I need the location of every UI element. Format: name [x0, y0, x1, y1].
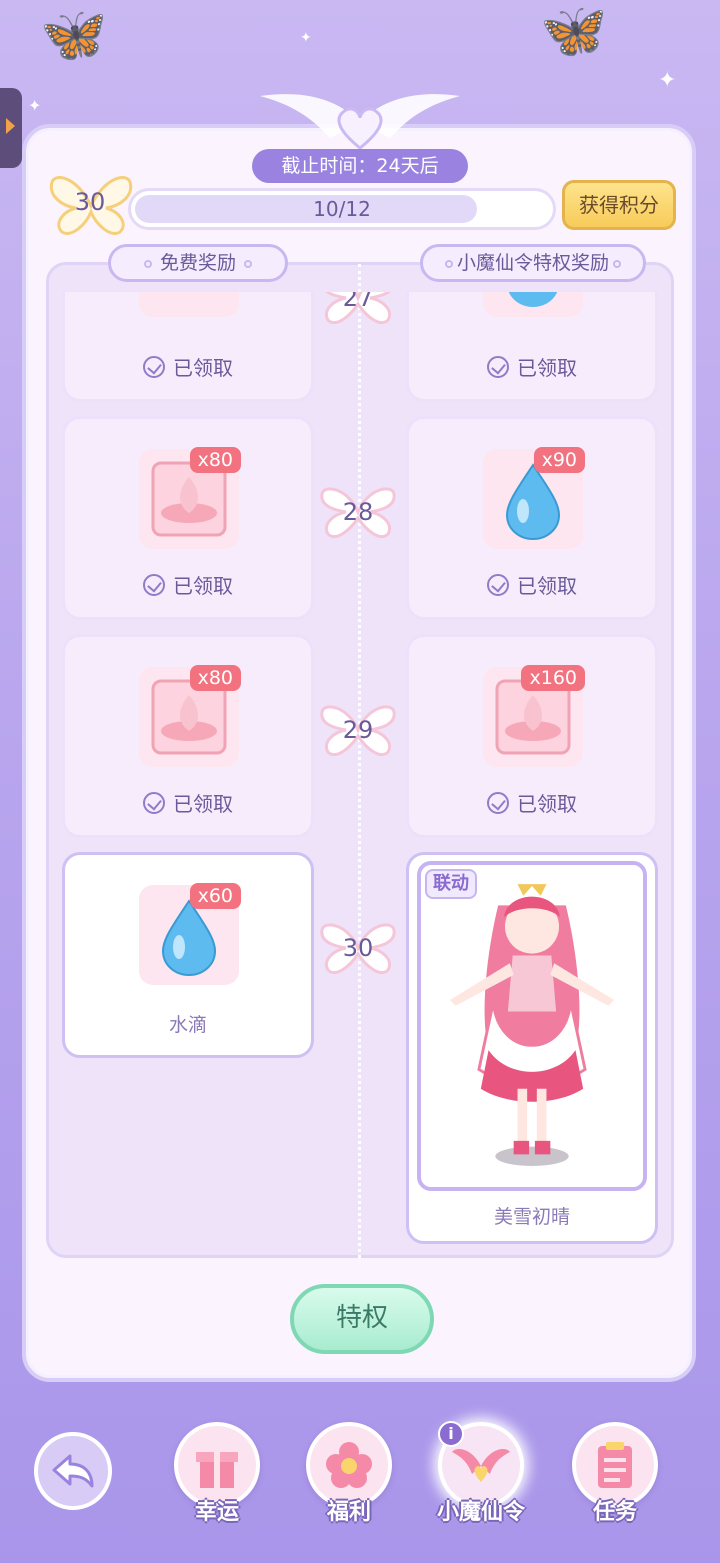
- nav-lucky-label: 幸运: [194, 1500, 239, 1525]
- lotus-icon: x160: [483, 665, 585, 767]
- lotus-icon: [139, 292, 239, 317]
- quantity-badge: x160: [521, 665, 585, 691]
- level-number: 30: [342, 934, 374, 962]
- level-node: 27: [318, 292, 398, 330]
- premium-reward-card[interactable]: x160 已领取: [406, 634, 658, 838]
- winged-heart-emblem-icon: [260, 94, 460, 150]
- back-arrow-icon: [52, 1454, 94, 1488]
- water-drop-icon: x90: [483, 447, 585, 549]
- sparkle-icon: ✦: [28, 96, 42, 115]
- premium-rewards-header: 小魔仙令特权奖励: [420, 244, 646, 282]
- item-name: 水滴: [168, 1014, 207, 1036]
- lotus-icon: x80: [139, 447, 241, 549]
- outfit-name: 美雪初晴: [493, 1206, 570, 1228]
- character-illustration-icon: [449, 884, 615, 1166]
- butterfly-decoration-icon: 🦋: [40, 3, 108, 66]
- claimed-status: 已领取: [173, 356, 233, 380]
- claimed-status: 已领取: [173, 792, 233, 816]
- claimed-status: 已领取: [517, 356, 577, 380]
- deadline-banner: 截止时间：24天后: [252, 149, 468, 183]
- quantity-badge: x80: [189, 665, 241, 691]
- privilege-button[interactable]: 特权: [290, 1284, 434, 1354]
- level-number: 28: [342, 498, 374, 526]
- level-number: 27: [342, 292, 374, 312]
- butterfly-decoration-icon: 🦋: [540, 0, 608, 62]
- free-reward-card[interactable]: x80 已领取: [62, 634, 314, 838]
- claimed-status: 已领取: [517, 792, 577, 816]
- nav-tasks-label: 任务: [592, 1500, 637, 1525]
- level-number: 29: [342, 716, 374, 744]
- sparkle-icon: ✦: [300, 30, 312, 46]
- checkmark-icon: [487, 356, 509, 378]
- collab-tag: 联动: [425, 869, 477, 899]
- checkmark-icon: [487, 574, 509, 596]
- water-drop-icon: x60: [139, 883, 241, 985]
- earn-points-button[interactable]: 获得积分: [562, 180, 676, 230]
- level-node-current: 30: [318, 916, 398, 980]
- back-button[interactable]: [34, 1432, 112, 1510]
- character-portrait: 联动: [417, 861, 647, 1191]
- free-reward-card-current[interactable]: x60 水滴: [62, 852, 314, 1058]
- free-reward-card[interactable]: x80 已领取: [62, 416, 314, 620]
- clipboard-icon: [598, 1442, 632, 1488]
- water-drop-icon: [483, 292, 583, 317]
- checkmark-icon: [487, 792, 509, 814]
- quantity-badge: x90: [533, 447, 585, 473]
- nav-pass-label: 小魔仙令: [436, 1500, 525, 1525]
- checkmark-icon: [143, 574, 165, 596]
- free-reward-card[interactable]: 已领取: [62, 292, 314, 402]
- flower-icon: [326, 1442, 372, 1488]
- premium-reward-card[interactable]: x90 已领取: [406, 416, 658, 620]
- lotus-icon: x80: [139, 665, 241, 767]
- level-progress-bar: 10/12: [128, 188, 556, 230]
- claimed-status: 已领取: [173, 574, 233, 598]
- level-node: 29: [318, 698, 398, 762]
- premium-outfit-card[interactable]: 联动 美雪初晴: [406, 852, 658, 1244]
- reward-list[interactable]: 已领取 已领取 27 x80 已领取 x90 已领取 28 x80 已领取 x1…: [46, 292, 674, 1258]
- side-drawer-tab[interactable]: [0, 88, 22, 168]
- gift-icon: [196, 1452, 238, 1488]
- quantity-badge: x80: [189, 447, 241, 473]
- current-level: 30: [74, 188, 106, 216]
- checkmark-icon: [143, 792, 165, 814]
- sparkle-icon: ✦: [658, 68, 677, 93]
- info-icon[interactable]: i: [438, 1421, 464, 1447]
- premium-reward-card[interactable]: 已领取: [406, 292, 658, 402]
- level-node: 28: [318, 480, 398, 544]
- free-rewards-header: 免费奖励: [108, 244, 288, 282]
- checkmark-icon: [143, 356, 165, 378]
- nav-welfare-label: 福利: [326, 1500, 371, 1525]
- claimed-status: 已领取: [517, 574, 577, 598]
- progress-text: 10/12: [313, 197, 371, 221]
- quantity-badge: x60: [189, 883, 241, 909]
